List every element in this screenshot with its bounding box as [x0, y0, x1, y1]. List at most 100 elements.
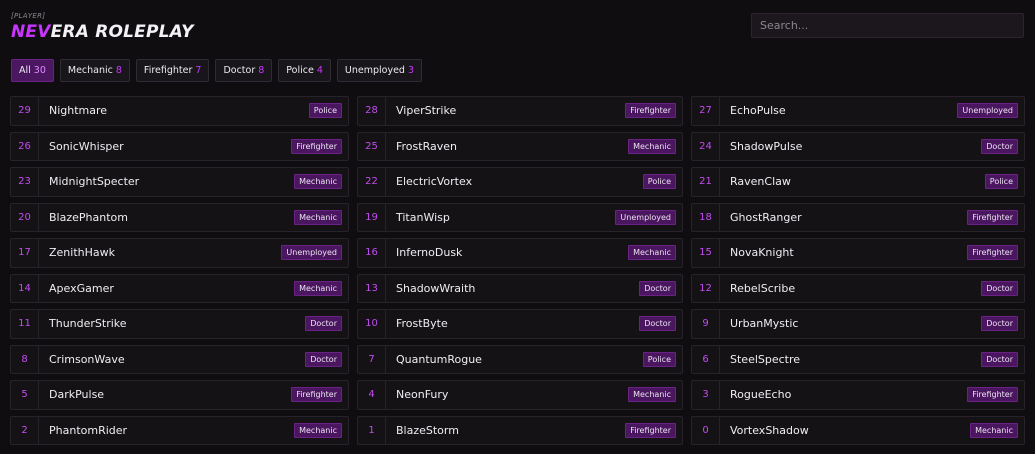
player-card[interactable]: 7 QuantumRogue Police — [357, 344, 683, 374]
filter-label: All — [19, 65, 31, 76]
player-id: 23 — [11, 168, 39, 196]
job-badge: Mechanic — [970, 422, 1018, 438]
page-title-accent: NEV — [11, 22, 51, 42]
player-card[interactable]: 21 RavenClaw Police — [691, 167, 1025, 197]
job-badge: Firefighter — [625, 422, 676, 438]
filter-mechanic-button[interactable]: Mechanic 8 — [59, 59, 130, 82]
job-badge: Doctor — [305, 351, 342, 367]
player-card[interactable]: 19 TitanWisp Unemployed — [357, 202, 683, 232]
filter-firefighter-button[interactable]: Firefighter 7 — [135, 59, 210, 82]
job-badge: Unemployed — [281, 245, 342, 261]
player-name: ShadowPulse — [730, 139, 803, 153]
player-card[interactable]: 26 SonicWhisper Firefighter — [10, 131, 349, 161]
player-card[interactable]: 20 BlazePhantom Mechanic — [10, 202, 349, 232]
player-name: UrbanMystic — [730, 317, 799, 331]
player-card[interactable]: 22 ElectricVortex Police — [357, 167, 683, 197]
filter-unemployed-button[interactable]: Unemployed 3 — [336, 59, 422, 82]
job-badge: Doctor — [981, 351, 1018, 367]
player-name: SteelSpectre — [730, 352, 801, 366]
job-badge: Mechanic — [628, 138, 676, 154]
filter-all-button[interactable]: All 30 — [11, 59, 54, 82]
player-id: 0 — [692, 416, 720, 444]
player-card[interactable]: 14 ApexGamer Mechanic — [10, 273, 349, 303]
player-name: InfernoDusk — [396, 246, 463, 260]
job-badge: Mechanic — [294, 209, 342, 225]
job-badge: Doctor — [639, 280, 676, 296]
player-id: 29 — [11, 97, 39, 125]
player-card[interactable]: 10 FrostByte Doctor — [357, 309, 683, 339]
player-id: 21 — [692, 168, 720, 196]
player-id: 3 — [692, 381, 720, 409]
page-title: NEVERA ROLEPLAY — [11, 22, 194, 42]
player-card[interactable]: 6 SteelSpectre Doctor — [691, 344, 1025, 374]
player-card[interactable]: 28 ViperStrike Firefighter — [357, 96, 683, 126]
player-name: ZenithHawk — [49, 246, 115, 260]
job-badge: Firefighter — [967, 387, 1018, 403]
player-card[interactable]: 29 Nightmare Police — [10, 96, 349, 126]
player-card[interactable]: 13 ShadowWraith Doctor — [357, 273, 683, 303]
player-id: 12 — [692, 274, 720, 302]
player-name: RogueEcho — [730, 388, 792, 402]
player-card[interactable]: 11 ThunderStrike Doctor — [10, 309, 349, 339]
job-badge: Mechanic — [294, 422, 342, 438]
player-id: 15 — [692, 239, 720, 267]
player-name: TitanWisp — [396, 210, 450, 224]
filter-police-button[interactable]: Police 4 — [278, 59, 331, 82]
player-card[interactable]: 18 GhostRanger Firefighter — [691, 202, 1025, 232]
filter-label: Unemployed — [344, 65, 405, 76]
player-card[interactable]: 16 InfernoDusk Mechanic — [357, 238, 683, 268]
player-name: FrostByte — [396, 317, 448, 331]
player-name: DarkPulse — [49, 388, 105, 402]
filter-bar: All 30 Mechanic 8 Firefighter 7 Doctor 8 Police 4… — [11, 59, 422, 82]
player-name: BlazePhantom — [49, 210, 128, 224]
player-card[interactable]: 5 DarkPulse Firefighter — [10, 380, 349, 410]
player-card[interactable]: 24 ShadowPulse Doctor — [691, 131, 1025, 161]
player-id: 10 — [358, 310, 386, 338]
job-badge: Mechanic — [628, 245, 676, 261]
player-card[interactable]: 3 RogueEcho Firefighter — [691, 380, 1025, 410]
player-id: 28 — [358, 97, 386, 125]
player-name: ShadowWraith — [396, 281, 476, 295]
player-name: PhantomRider — [49, 423, 128, 437]
job-badge: Mechanic — [294, 174, 342, 190]
player-id: 17 — [11, 239, 39, 267]
player-card[interactable]: 25 FrostRaven Mechanic — [357, 131, 683, 161]
filter-count: 8 — [258, 65, 265, 76]
player-card[interactable]: 2 PhantomRider Mechanic — [10, 415, 349, 445]
player-id: 16 — [358, 239, 386, 267]
player-card[interactable]: 12 RebelScribe Doctor — [691, 273, 1025, 303]
page-title-rest: ERA ROLEPLAY — [50, 22, 194, 42]
player-name: RebelScribe — [730, 281, 796, 295]
player-name: ViperStrike — [396, 104, 457, 118]
player-card[interactable]: 17 ZenithHawk Unemployed — [10, 238, 349, 268]
player-name: NeonFury — [396, 388, 449, 402]
filter-label: Firefighter — [143, 65, 193, 76]
player-id: 26 — [11, 132, 39, 160]
player-id: 1 — [358, 416, 386, 444]
job-badge: Unemployed — [957, 103, 1018, 119]
player-id: 11 — [11, 310, 39, 338]
search-input[interactable] — [751, 13, 1024, 38]
player-card[interactable]: 23 MidnightSpecter Mechanic — [10, 167, 349, 197]
job-badge: Doctor — [639, 316, 676, 332]
player-id: 18 — [692, 203, 720, 231]
player-card[interactable]: 4 NeonFury Mechanic — [357, 380, 683, 410]
player-name: NovaKnight — [730, 246, 794, 260]
player-card[interactable]: 8 CrimsonWave Doctor — [10, 344, 349, 374]
player-card[interactable]: 0 VortexShadow Mechanic — [691, 415, 1025, 445]
filter-doctor-button[interactable]: Doctor 8 — [215, 59, 273, 82]
player-name: ApexGamer — [49, 281, 114, 295]
filter-count: 7 — [195, 65, 202, 76]
player-card[interactable]: 27 EchoPulse Unemployed — [691, 96, 1025, 126]
filter-count: 30 — [33, 65, 46, 76]
player-name: MidnightSpecter — [49, 175, 140, 189]
job-badge: Doctor — [981, 280, 1018, 296]
job-badge: Unemployed — [615, 209, 676, 225]
player-id: 27 — [692, 97, 720, 125]
player-card[interactable]: 9 UrbanMystic Doctor — [691, 309, 1025, 339]
player-id: 22 — [358, 168, 386, 196]
player-id: 4 — [358, 381, 386, 409]
player-card[interactable]: 15 NovaKnight Firefighter — [691, 238, 1025, 268]
player-card[interactable]: 1 BlazeStorm Firefighter — [357, 415, 683, 445]
player-name: Nightmare — [49, 104, 108, 118]
